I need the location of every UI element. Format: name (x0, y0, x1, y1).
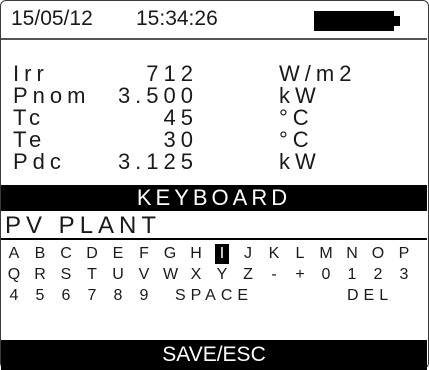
key-o[interactable]: O (371, 244, 385, 264)
reading-label: Pnom (13, 83, 91, 108)
key-9[interactable]: 9 (137, 286, 151, 306)
key-v[interactable]: V (137, 265, 151, 285)
instrument-display: 15/05/12 15:34:26 Irr 712 W/m2 Pnom 3.50… (0, 0, 429, 370)
key-plus[interactable]: + (293, 265, 307, 285)
key-8[interactable]: 8 (111, 286, 125, 306)
reading-value: 3.125 (117, 149, 198, 174)
key-d[interactable]: D (85, 244, 99, 264)
reading-unit: °C (279, 127, 314, 152)
battery-tip (394, 16, 400, 26)
key-4[interactable]: 4 (7, 286, 21, 306)
reading-label: Pdc (13, 149, 66, 174)
key-n[interactable]: N (345, 244, 359, 264)
key-s[interactable]: S (59, 265, 73, 285)
key-del[interactable]: DEL (347, 286, 393, 306)
reading-unit: kW (279, 83, 321, 108)
key-i[interactable]: I (215, 244, 229, 264)
key-minus[interactable]: - (267, 265, 281, 285)
key-u[interactable]: U (111, 265, 125, 285)
key-c[interactable]: C (59, 244, 73, 264)
reading-unit: W/m2 (279, 61, 357, 86)
key-1[interactable]: 1 (345, 265, 359, 285)
text-entry-field[interactable]: PV PLANT (5, 213, 161, 239)
status-date: 15/05/12 (11, 7, 93, 30)
reading-value: 30 (163, 127, 198, 152)
key-5[interactable]: 5 (33, 286, 47, 306)
reading-row-te: Te 30 °C (13, 129, 413, 151)
save-esc-label: SAVE/ESC (162, 343, 266, 366)
key-h[interactable]: H (189, 244, 203, 264)
reading-row-pdc: Pdc 3.125 kW (13, 151, 413, 173)
key-g[interactable]: G (163, 244, 177, 264)
reading-label: Irr (13, 61, 49, 86)
reading-value: 3.500 (117, 83, 198, 108)
key-x[interactable]: X (189, 265, 203, 285)
keyboard-row-3: 4 5 6 7 8 9 SPACE DEL (7, 286, 417, 306)
key-z[interactable]: Z (241, 265, 255, 285)
key-m[interactable]: M (319, 244, 333, 264)
reading-row-tc: Tc 45 °C (13, 107, 413, 129)
keyboard-title: KEYBOARD (136, 185, 292, 210)
reading-label: Tc (13, 105, 45, 130)
reading-row-pnom: Pnom 3.500 kW (13, 85, 413, 107)
field-underline (1, 238, 427, 240)
key-b[interactable]: B (33, 244, 47, 264)
key-6[interactable]: 6 (59, 286, 73, 306)
key-7[interactable]: 7 (85, 286, 99, 306)
keyboard-row-1: ABCDEFGHIJKLMNOP (7, 244, 417, 264)
key-0[interactable]: 0 (319, 265, 333, 285)
key-w[interactable]: W (163, 265, 178, 285)
battery-full-icon (314, 11, 394, 31)
key-j[interactable]: J (241, 244, 255, 264)
save-esc-button[interactable]: SAVE/ESC (1, 340, 427, 370)
reading-value: 712 (146, 61, 198, 86)
status-divider (1, 38, 427, 40)
key-t[interactable]: T (85, 265, 99, 285)
key-k[interactable]: K (267, 244, 281, 264)
reading-label: Te (13, 127, 47, 152)
reading-unit: °C (279, 105, 314, 130)
key-q[interactable]: Q (7, 265, 21, 285)
readings-panel: Irr 712 W/m2 Pnom 3.500 kW Tc 45 °C Te 3… (13, 63, 413, 173)
key-y[interactable]: Y (215, 265, 229, 285)
status-time: 15:34:26 (136, 7, 218, 30)
key-f[interactable]: F (137, 244, 151, 264)
key-space[interactable]: SPACE (175, 286, 253, 306)
key-3[interactable]: 3 (397, 265, 411, 285)
key-a[interactable]: A (7, 244, 21, 264)
key-l[interactable]: L (293, 244, 307, 264)
reading-value: 45 (163, 105, 198, 130)
reading-unit: kW (279, 149, 321, 174)
key-e[interactable]: E (111, 244, 125, 264)
keyboard-row-2: Q R S T U V W X Y Z - +0 1 2 3 (7, 265, 417, 285)
key-2[interactable]: 2 (371, 265, 385, 285)
keyboard-title-bar: KEYBOARD (1, 185, 427, 211)
status-bar: 15/05/12 15:34:26 (11, 7, 421, 37)
reading-row-irr: Irr 712 W/m2 (13, 63, 413, 85)
key-r[interactable]: R (33, 265, 47, 285)
key-p[interactable]: P (397, 244, 411, 264)
